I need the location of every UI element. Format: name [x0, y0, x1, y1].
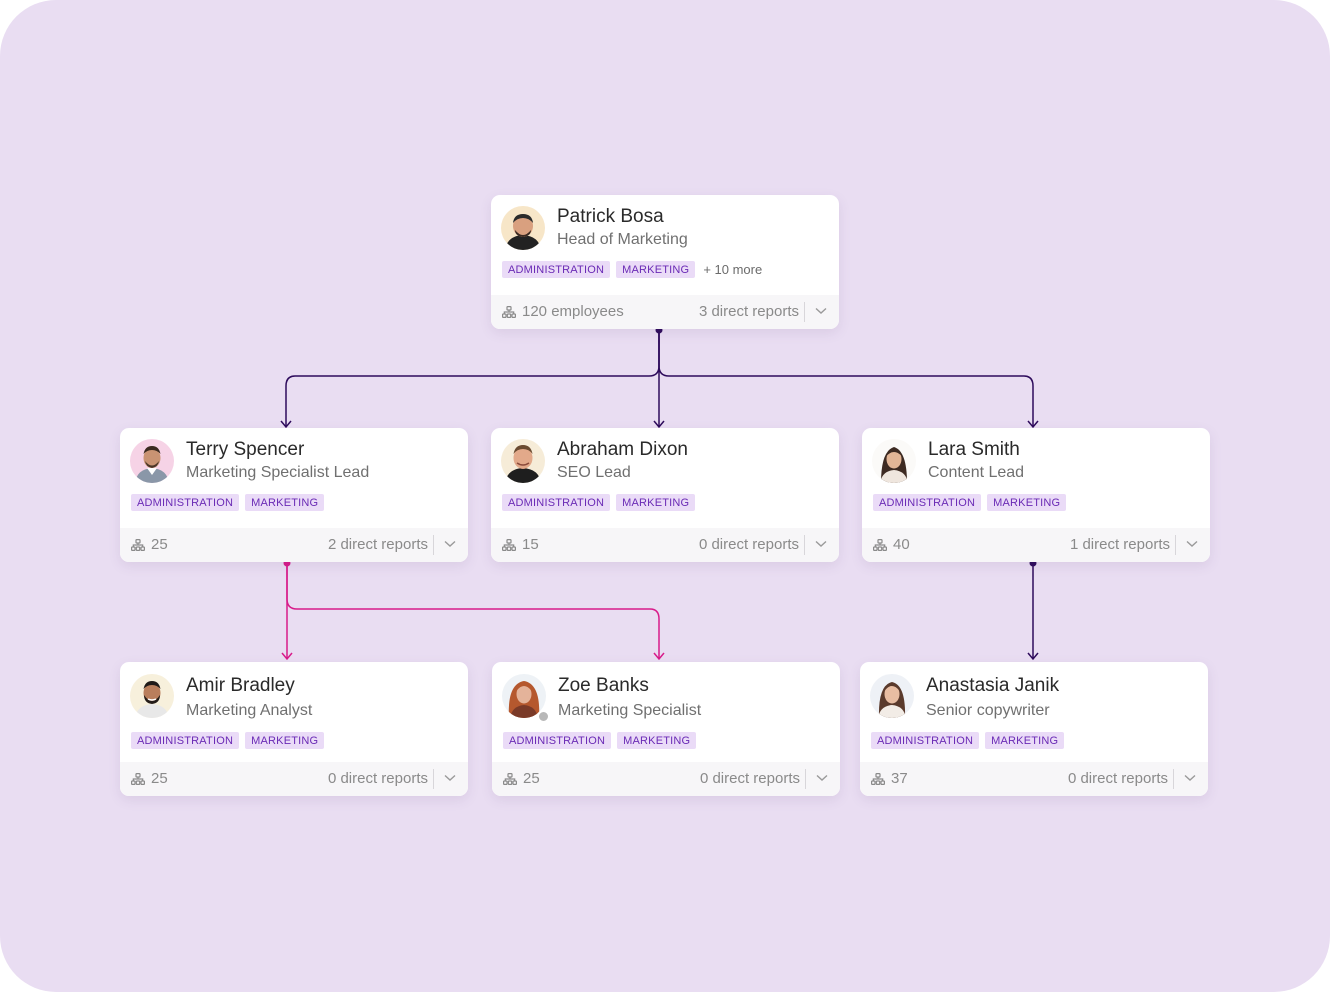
tag-marketing: MARKETING	[245, 732, 325, 749]
divider	[804, 535, 805, 555]
tag-list: ADMINISTRATION MARKETING + 10 more	[502, 261, 762, 278]
employee-role: Head of Marketing	[557, 231, 688, 248]
direct-reports-count: 0 direct reports	[327, 770, 428, 787]
employee-name: Patrick Bosa	[557, 206, 664, 227]
org-chart-icon	[503, 773, 517, 785]
org-chart-icon	[873, 539, 887, 551]
avatar	[870, 674, 914, 718]
employee-count: 25	[523, 770, 540, 787]
tag-administration: ADMINISTRATION	[871, 732, 980, 749]
more-tags-link[interactable]: + 10 more	[703, 262, 762, 277]
employee-role: Senior copywriter	[926, 702, 1050, 719]
employee-name: Abraham Dixon	[557, 439, 688, 460]
tag-administration: ADMINISTRATION	[131, 494, 240, 511]
chevron-down-icon[interactable]	[1186, 540, 1198, 548]
direct-reports-count: 0 direct reports	[1067, 770, 1168, 787]
org-chart-canvas: Patrick Bosa Head of Marketing ADMINISTR…	[0, 0, 1330, 992]
divider	[1173, 769, 1174, 789]
card-footer: 40 1 direct reports	[862, 528, 1210, 562]
card-footer: 37 0 direct reports	[860, 762, 1208, 796]
employee-count: 15	[522, 536, 539, 553]
tag-list: ADMINISTRATION MARKETING	[503, 732, 702, 749]
org-chart-icon	[502, 539, 516, 551]
avatar	[501, 206, 545, 250]
tag-list: ADMINISTRATION MARKETING	[873, 494, 1072, 511]
tag-administration: ADMINISTRATION	[873, 494, 982, 511]
connector-patrick-terry	[285, 330, 660, 427]
divider	[433, 769, 434, 789]
chevron-down-icon[interactable]	[444, 540, 456, 548]
employee-count: 25	[151, 770, 168, 787]
tag-marketing: MARKETING	[985, 732, 1065, 749]
chevron-down-icon[interactable]	[1184, 774, 1196, 782]
avatar	[130, 674, 174, 718]
employee-card-lara-smith[interactable]: Lara Smith Content Lead ADMINISTRATION M…	[862, 428, 1210, 562]
tag-marketing: MARKETING	[616, 494, 696, 511]
divider	[805, 769, 806, 789]
tag-marketing: MARKETING	[987, 494, 1067, 511]
org-chart-icon	[131, 539, 145, 551]
avatar	[872, 439, 916, 483]
avatar	[501, 439, 545, 483]
org-chart-icon	[502, 306, 516, 318]
tag-administration: ADMINISTRATION	[502, 261, 611, 278]
tag-list: ADMINISTRATION MARKETING	[502, 494, 701, 511]
chevron-down-icon[interactable]	[444, 774, 456, 782]
card-footer: 25 0 direct reports	[492, 762, 840, 796]
divider	[804, 302, 805, 322]
employee-card-patrick-bosa[interactable]: Patrick Bosa Head of Marketing ADMINISTR…	[491, 195, 839, 329]
employee-card-anastasia-janik[interactable]: Anastasia Janik Senior copywriter ADMINI…	[860, 662, 1208, 796]
chevron-down-icon[interactable]	[816, 774, 828, 782]
employee-name: Lara Smith	[928, 439, 1020, 460]
connector-patrick-lara	[658, 330, 1034, 427]
org-chart-icon	[871, 773, 885, 785]
chevron-down-icon[interactable]	[815, 307, 827, 315]
employee-role: Content Lead	[928, 464, 1025, 481]
employee-card-abraham-dixon[interactable]: Abraham Dixon SEO Lead ADMINISTRATION MA…	[491, 428, 839, 562]
tag-list: ADMINISTRATION MARKETING	[871, 732, 1070, 749]
tag-marketing: MARKETING	[616, 261, 696, 278]
employee-card-terry-spencer[interactable]: Terry Spencer Marketing Specialist Lead …	[120, 428, 468, 562]
avatar	[130, 439, 174, 483]
tag-list: ADMINISTRATION MARKETING	[131, 494, 330, 511]
employee-role: Marketing Specialist	[558, 702, 702, 719]
direct-reports-count: 1 direct reports	[1069, 536, 1170, 553]
direct-reports-count: 0 direct reports	[698, 536, 799, 553]
employee-card-zoe-banks[interactable]: Zoe Banks Marketing Specialist ADMINISTR…	[492, 662, 840, 796]
employee-role: SEO Lead	[557, 464, 631, 481]
direct-reports-count: 2 direct reports	[327, 536, 428, 553]
employee-name: Terry Spencer	[186, 439, 305, 460]
tag-administration: ADMINISTRATION	[502, 494, 611, 511]
employee-name: Anastasia Janik	[926, 675, 1060, 696]
connector-terry-zoe	[286, 563, 660, 659]
divider	[1175, 535, 1176, 555]
employee-name: Zoe Banks	[558, 675, 649, 696]
tag-list: ADMINISTRATION MARKETING	[131, 732, 330, 749]
card-footer: 25 0 direct reports	[120, 762, 468, 796]
tag-administration: ADMINISTRATION	[503, 732, 612, 749]
card-footer: 25 2 direct reports	[120, 528, 468, 562]
employee-count: 40	[893, 536, 910, 553]
direct-reports-count: 0 direct reports	[699, 770, 800, 787]
employee-count: 25	[151, 536, 168, 553]
card-footer: 15 0 direct reports	[491, 528, 839, 562]
employee-count: 37	[891, 770, 908, 787]
employee-role: Marketing Specialist Lead	[186, 464, 370, 481]
employee-role: Marketing Analyst	[186, 702, 313, 719]
tag-administration: ADMINISTRATION	[131, 732, 240, 749]
employee-count: 120 employees	[522, 303, 624, 320]
employee-card-amir-bradley[interactable]: Amir Bradley Marketing Analyst ADMINISTR…	[120, 662, 468, 796]
tag-marketing: MARKETING	[617, 732, 697, 749]
employee-name: Amir Bradley	[186, 675, 295, 696]
tag-marketing: MARKETING	[245, 494, 325, 511]
direct-reports-count: 3 direct reports	[698, 303, 799, 320]
chevron-down-icon[interactable]	[815, 540, 827, 548]
org-chart-icon	[131, 773, 145, 785]
divider	[433, 535, 434, 555]
status-indicator	[537, 710, 550, 723]
card-footer: 120 employees 3 direct reports	[491, 295, 839, 329]
